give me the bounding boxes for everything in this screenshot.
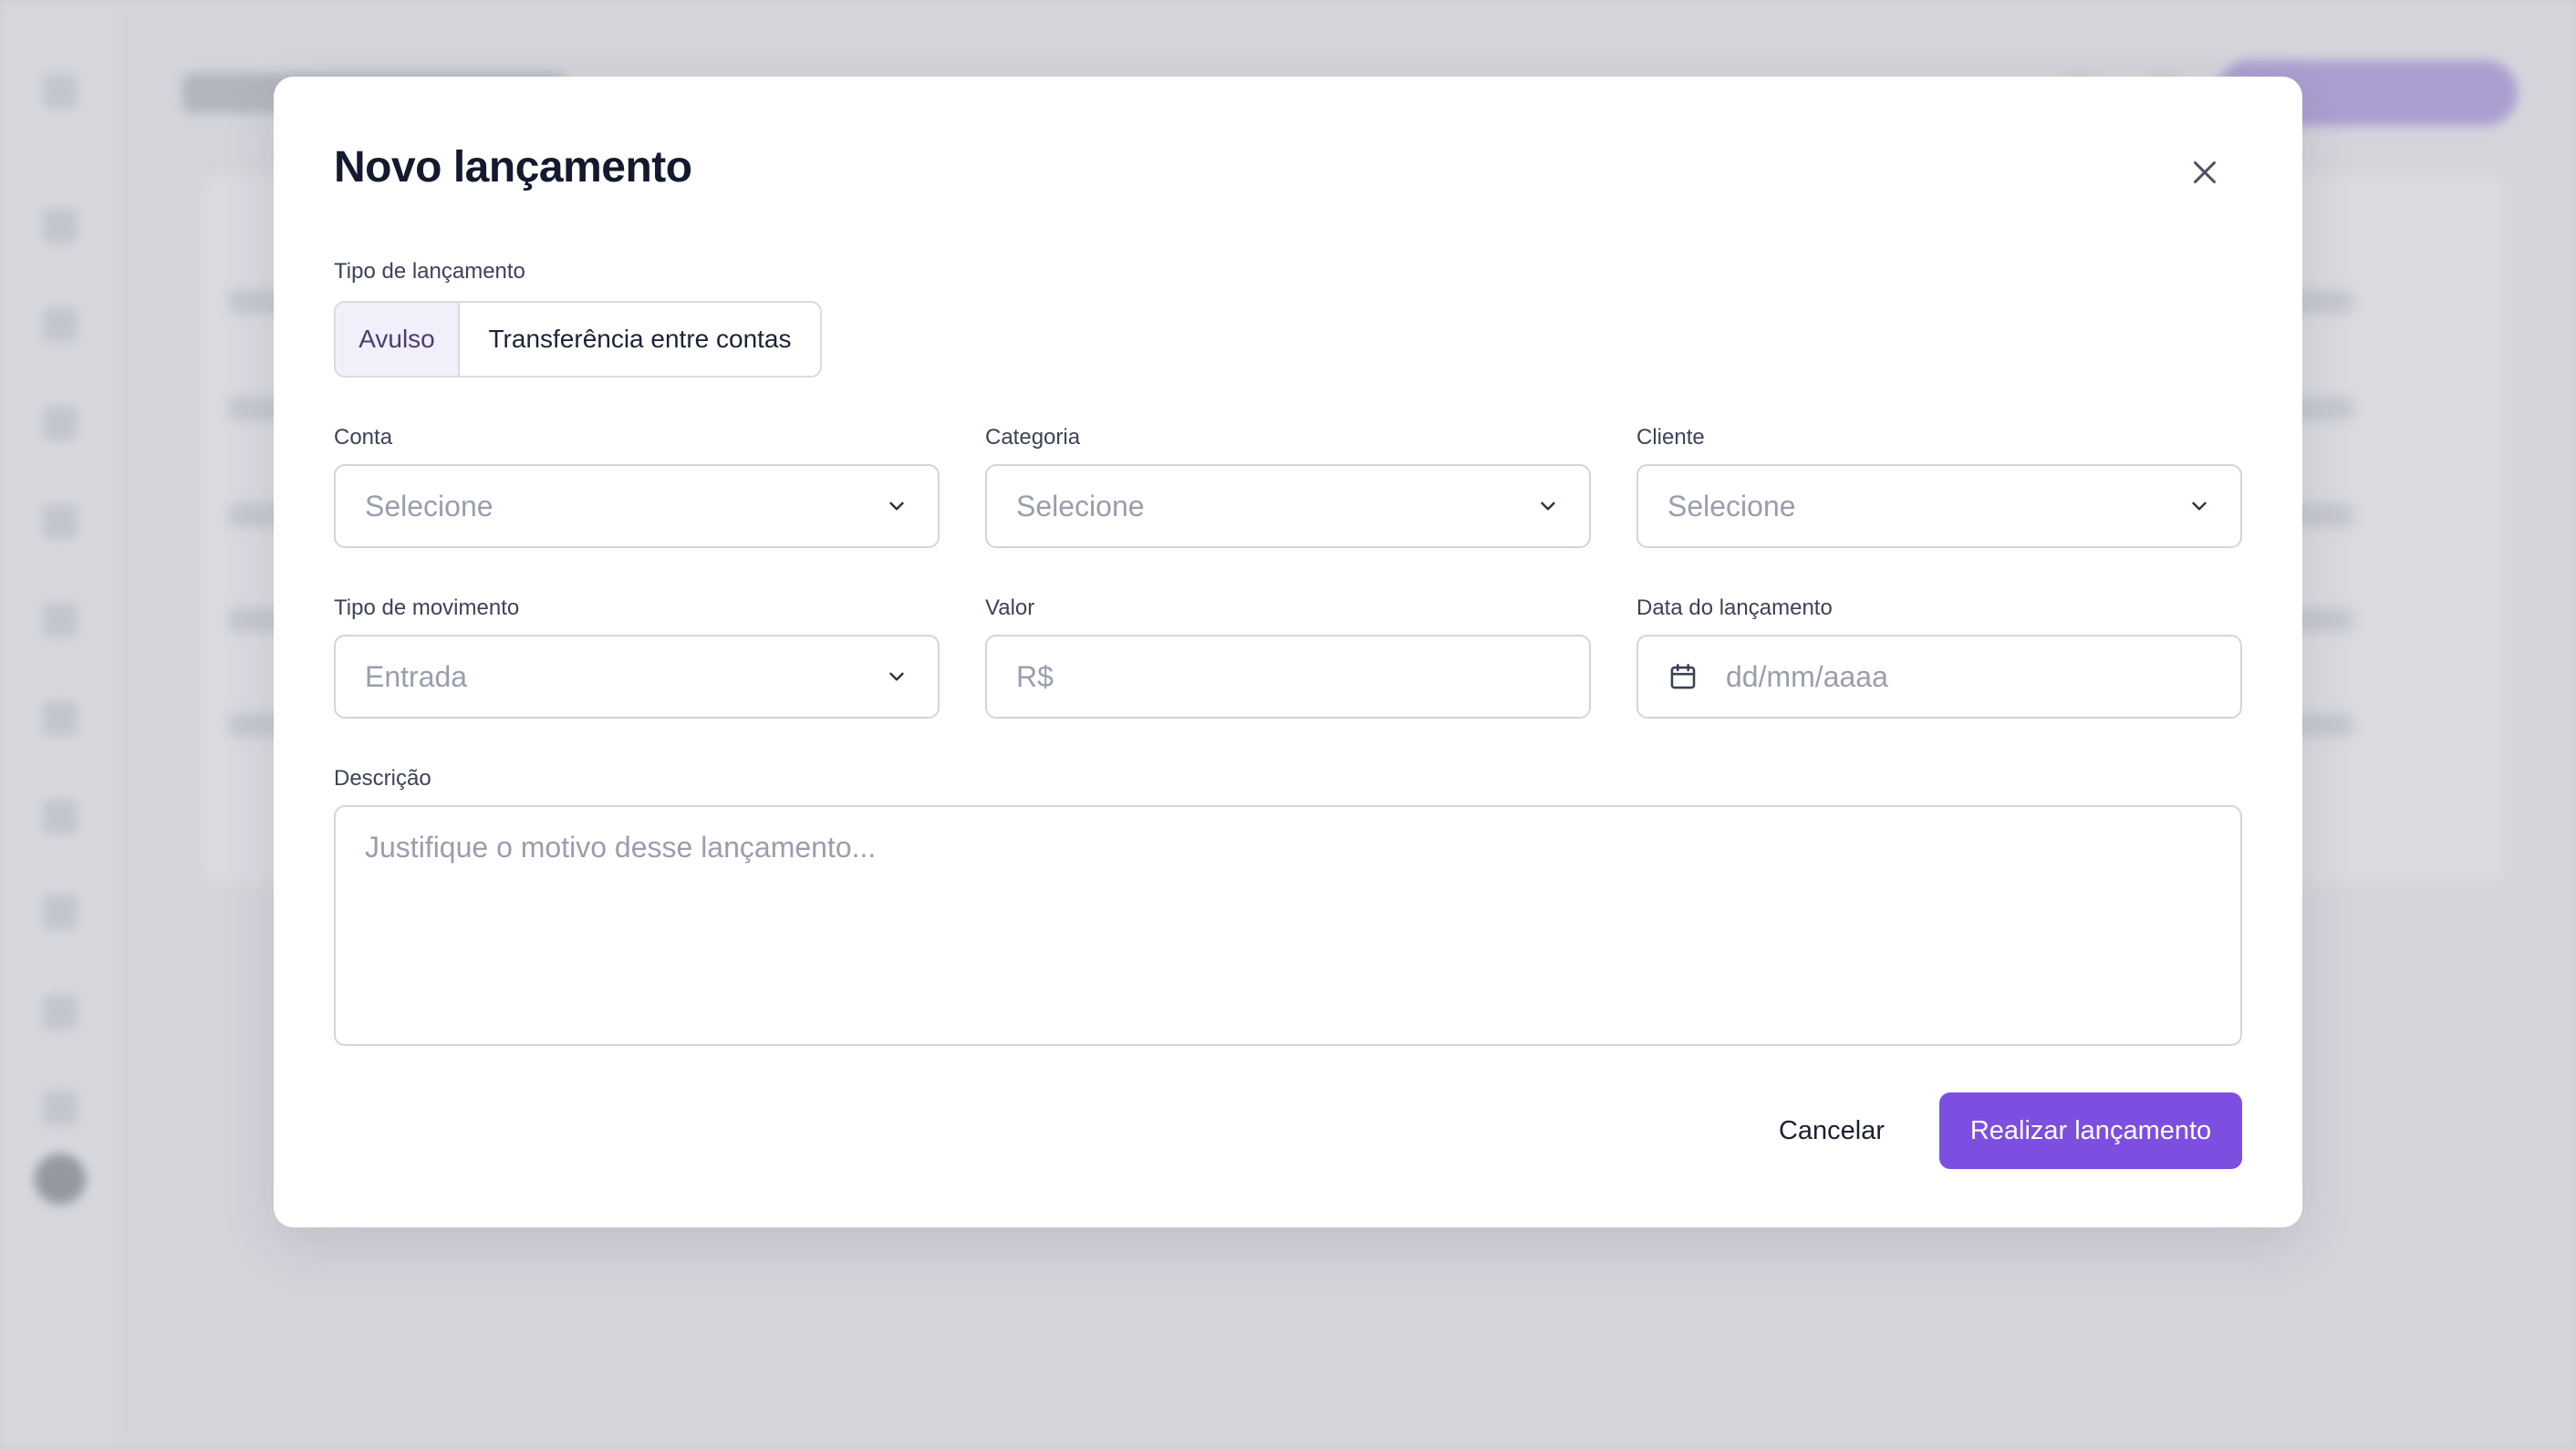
value-label: Valor bbox=[985, 595, 1035, 620]
movement-type-label: Tipo de movimento bbox=[334, 595, 520, 620]
movement-type-value: Entrada bbox=[365, 659, 468, 693]
segment-avulso[interactable]: Avulso bbox=[336, 303, 460, 376]
description-label: Descrição bbox=[334, 766, 431, 791]
client-label: Cliente bbox=[1636, 425, 1705, 450]
date-input-placeholder: dd/mm/aaaa bbox=[1726, 659, 1888, 693]
cancel-button[interactable]: Cancelar bbox=[1742, 1092, 1921, 1169]
close-button[interactable] bbox=[2180, 150, 2229, 199]
entry-type-label: Tipo de lançamento bbox=[334, 259, 525, 284]
value-input[interactable]: R$ bbox=[985, 635, 1591, 719]
entry-type-segmented-control: Avulso Transferência entre contas bbox=[334, 301, 822, 378]
chevron-down-icon bbox=[885, 494, 909, 518]
submit-entry-button[interactable]: Realizar lançamento bbox=[1939, 1092, 2242, 1169]
movement-type-select[interactable]: Entrada bbox=[334, 635, 940, 719]
description-textarea[interactable]: Justifique o motivo desse lançamento... bbox=[334, 805, 2242, 1046]
segment-transferencia[interactable]: Transferência entre contas bbox=[460, 303, 820, 376]
close-icon bbox=[2188, 156, 2221, 193]
chevron-down-icon bbox=[885, 665, 909, 688]
date-label: Data do lançamento bbox=[1636, 595, 1833, 620]
value-input-placeholder: R$ bbox=[1016, 659, 1054, 693]
chevron-down-icon bbox=[2187, 494, 2211, 518]
client-select-value: Selecione bbox=[1667, 489, 1796, 523]
date-input[interactable]: dd/mm/aaaa bbox=[1636, 635, 2242, 719]
category-select-value: Selecione bbox=[1016, 489, 1145, 523]
client-select[interactable]: Selecione bbox=[1636, 464, 2242, 548]
category-label: Categoria bbox=[985, 425, 1081, 450]
chevron-down-icon bbox=[1536, 494, 1560, 518]
account-select[interactable]: Selecione bbox=[334, 464, 940, 548]
account-label: Conta bbox=[334, 425, 393, 450]
new-entry-modal: Novo lançamento Tipo de lançamento Avuls… bbox=[274, 77, 2302, 1227]
calendar-icon[interactable] bbox=[1667, 661, 1698, 692]
description-placeholder: Justifique o motivo desse lançamento... bbox=[365, 831, 877, 864]
account-select-value: Selecione bbox=[365, 489, 493, 523]
category-select[interactable]: Selecione bbox=[985, 464, 1591, 548]
modal-title: Novo lançamento bbox=[334, 143, 692, 191]
